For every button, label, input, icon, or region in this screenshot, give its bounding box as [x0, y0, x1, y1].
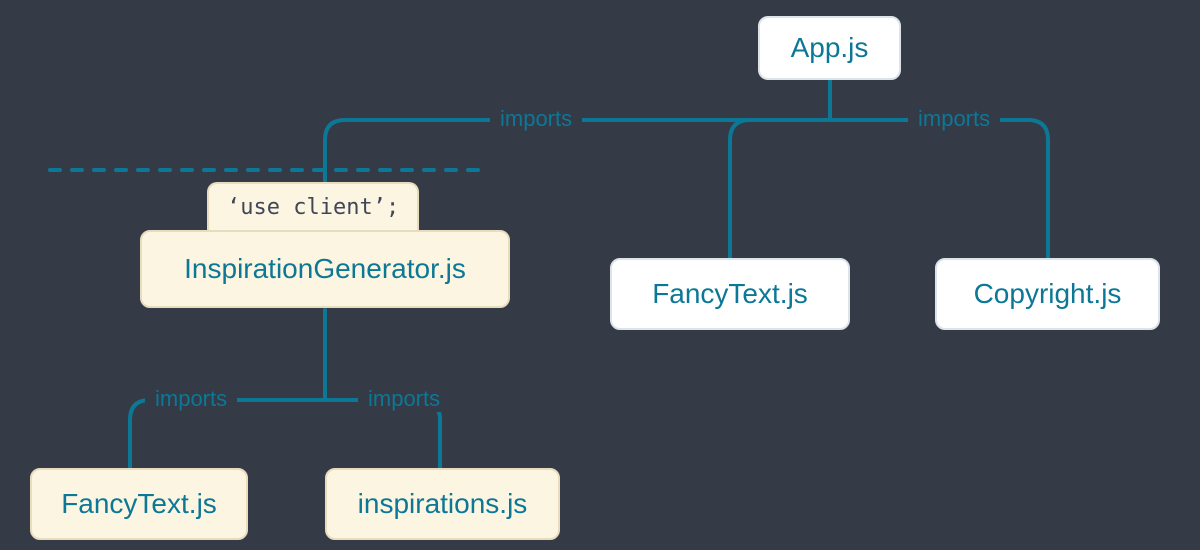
edge-label-ig-inspirations: imports: [358, 386, 450, 412]
node-copyright: Copyright.js: [935, 258, 1160, 330]
edge-label-app-copyright: imports: [908, 106, 1000, 132]
node-inspiration-generator: InspirationGenerator.js: [140, 230, 510, 308]
use-client-directive: ‘use client’;: [207, 182, 419, 231]
node-inspirations: inspirations.js: [325, 468, 560, 540]
node-fancytext-right: FancyText.js: [610, 258, 850, 330]
connector-app-to-copyright: [830, 120, 1048, 260]
edge-label-app-inspiration: imports: [490, 106, 582, 132]
node-app: App.js: [758, 16, 901, 80]
node-fancytext-left: FancyText.js: [30, 468, 248, 540]
edge-label-ig-fancytext: imports: [145, 386, 237, 412]
connector-app-to-fancytext: [730, 120, 830, 260]
